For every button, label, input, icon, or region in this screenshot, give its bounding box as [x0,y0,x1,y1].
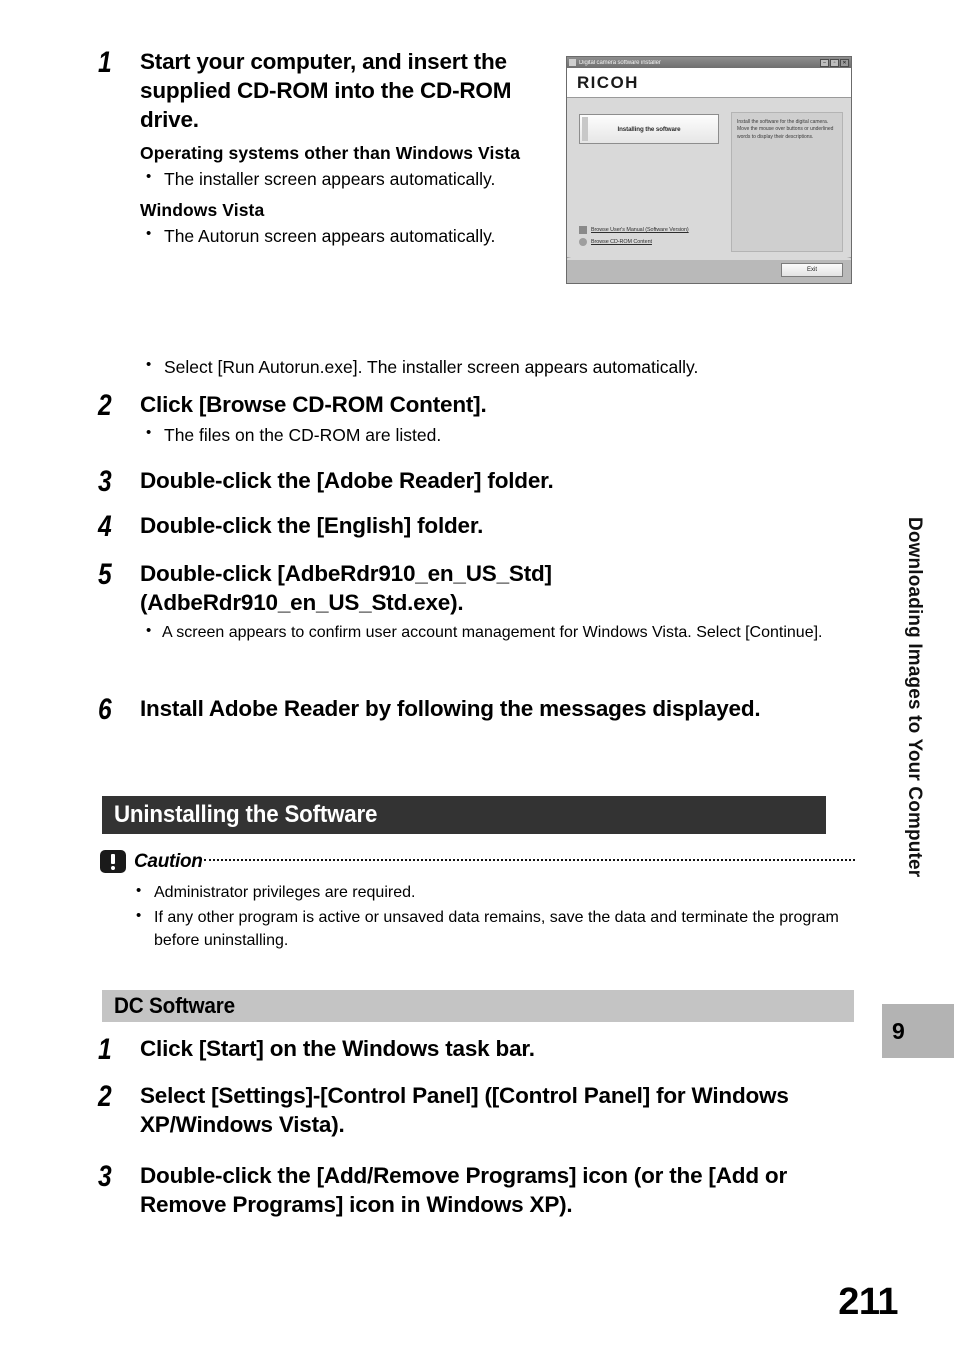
window-titlebar: Digital camera software installer – ▫ ✕ [567,57,851,68]
warning-icon [100,850,126,873]
step-body: Install Adobe Reader by following the me… [140,695,858,724]
window-footer: Exit [567,252,851,283]
uninstall-step-3: 3 Double-click the [Add/Remove Programs]… [98,1162,858,1220]
chapter-tab: 9 [882,1004,954,1058]
section-header-uninstalling: Uninstalling the Software [102,796,826,834]
ricoh-logo: RICOH [577,72,639,92]
step-title: Double-click the [Add/Remove Programs] i… [140,1163,788,1217]
step-title: Double-click [AdbeRdr910_en_US_Std] (Adb… [140,561,552,615]
step-4: 4 Double-click the [English] folder. [98,512,858,542]
step-number: 6 [98,693,112,726]
bullet-list-autorun: Select [Run Autorun.exe]. The installer … [140,354,865,379]
bullet-item: The installer screen appears automatical… [140,167,538,191]
subsection-header-dc-software: DC Software [102,990,854,1022]
chapter-side-label: Downloading Images to Your Computer [904,517,926,878]
browse-cdrom-link-row[interactable]: Browse CD-ROM Content [579,238,759,246]
bullet-item: If any other program is active or unsave… [130,905,855,952]
uninstall-step-1: 1 Click [Start] on the Windows task bar. [98,1035,858,1065]
step-body: Start your computer, and insert the supp… [140,48,538,248]
caution-divider [203,858,855,861]
step-title: Double-click the [Adobe Reader] folder. [140,468,554,493]
browse-cdrom-link[interactable]: Browse CD-ROM Content [591,239,652,245]
bullet-list: A screen appears to confirm user account… [140,621,858,644]
step-title: Click [Browse CD-ROM Content]. [140,392,487,417]
section-title: Uninstalling the Software [114,801,378,828]
uninstall-step-2: 2 Select [Settings]-[Control Panel] ([Co… [98,1082,858,1140]
step-number: 4 [98,510,112,543]
caution-label: Caution [134,850,203,872]
step-number: 1 [98,46,112,79]
description-text: Install the software for the digital cam… [737,119,834,140]
step-title: Install Adobe Reader by following the me… [140,696,761,721]
installer-screenshot: Digital camera software installer – ▫ ✕ … [566,56,852,284]
window-title: Digital camera software installer [579,59,661,66]
step-body: Double-click the [Adobe Reader] folder. [140,467,858,496]
bullet-item: A screen appears to confirm user account… [140,621,858,644]
caution-header: Caution [100,850,855,873]
manual-page: 1 Start your computer, and insert the su… [0,0,954,1350]
step-title: Double-click the [English] folder. [140,513,484,538]
subheading-windows-vista: Windows Vista [140,200,265,221]
brand-bar: RICOH [567,68,851,98]
minimize-icon[interactable]: – [820,58,829,67]
browse-manual-link[interactable]: Browse User's Manual (Software Version) [591,227,689,233]
exit-button[interactable]: Exit [781,263,843,277]
bullet-item: The Autorun screen appears automatically… [140,224,538,248]
step-body: Double-click the [Add/Remove Programs] i… [140,1162,858,1220]
step-6: 6 Install Adobe Reader by following the … [98,695,858,725]
subheading-other-os: Operating systems other than Windows Vis… [140,143,521,164]
book-icon [579,226,587,234]
step-body: Click [Start] on the Windows task bar. [140,1035,858,1064]
caution-bullet-list: Administrator privileges are required. I… [130,880,855,953]
close-icon[interactable]: ✕ [840,58,849,67]
bullet-item: Select [Run Autorun.exe]. The installer … [140,355,865,379]
step-3: 3 Double-click the [Adobe Reader] folder… [98,467,858,497]
window-controls: – ▫ ✕ [820,58,849,67]
step-number: 3 [98,1160,112,1193]
bullet-list-other-os: The installer screen appears automatical… [140,167,538,191]
step-number: 2 [98,389,112,422]
window-body: Installing the software Install the soft… [567,98,851,283]
bullet-item: The files on the CD-ROM are listed. [140,423,858,447]
step-number: 1 [98,1033,112,1066]
step-number: 5 [98,558,112,591]
maximize-icon[interactable]: ▫ [830,58,839,67]
subsection-title: DC Software [114,993,235,1018]
step-title: Select [Settings]-[Control Panel] ([Cont… [140,1083,789,1137]
bullet-list-windows-vista: The Autorun screen appears automatically… [140,224,538,248]
step-title: Click [Start] on the Windows task bar. [140,1036,535,1061]
browse-manual-link-row[interactable]: Browse User's Manual (Software Version) [579,226,759,234]
chapter-number: 9 [892,1017,905,1044]
installing-the-software-button[interactable]: Installing the software [579,114,719,144]
step-body: Click [Browse CD-ROM Content]. The files… [140,391,858,447]
step-number: 3 [98,465,112,498]
step-5: 5 Double-click [AdbeRdr910_en_US_Std] (A… [98,560,858,643]
disc-icon [579,238,587,246]
step-1: 1 Start your computer, and insert the su… [98,48,538,248]
step-body: Double-click the [English] folder. [140,512,858,541]
step-body: Double-click [AdbeRdr910_en_US_Std] (Adb… [140,560,858,643]
bullet-item: Administrator privileges are required. [130,880,855,904]
caution-block: Caution Administrator privileges are req… [100,850,855,953]
bullet-list: The files on the CD-ROM are listed. [140,423,858,447]
window-icon [569,59,576,66]
step-2: 2 Click [Browse CD-ROM Content]. The fil… [98,391,858,447]
installing-the-software-label: Installing the software [617,125,681,133]
step-body: Select [Settings]-[Control Panel] ([Cont… [140,1082,858,1140]
installer-links: Browse User's Manual (Software Version) … [579,226,759,250]
step-number: 2 [98,1080,112,1113]
step-title: Start your computer, and insert the supp… [140,49,512,132]
page-number: 211 [838,1281,898,1323]
